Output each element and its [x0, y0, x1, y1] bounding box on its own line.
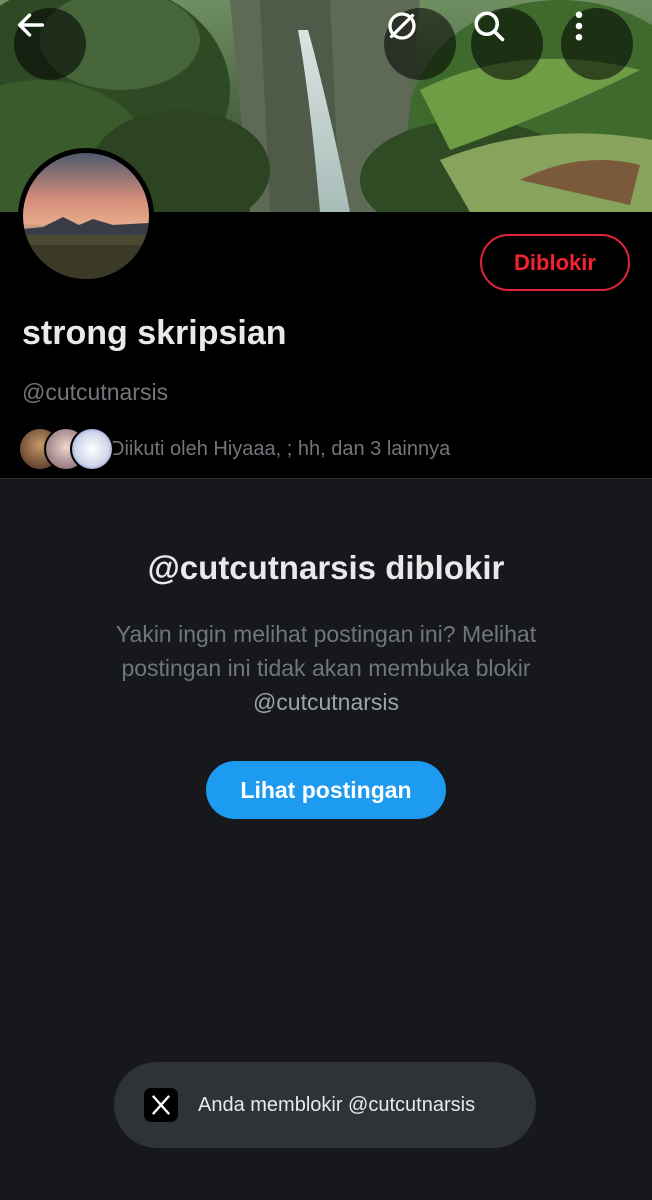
- search-icon: [474, 11, 505, 42]
- description-line: postingan ini tidak akan membuka blokir: [121, 655, 531, 681]
- grok-button[interactable]: [384, 8, 456, 80]
- blocked-button[interactable]: Diblokir: [480, 234, 630, 291]
- followed-by[interactable]: Diikuti oleh Hiyaaa, ; hh, dan 3 lainnya: [18, 427, 450, 471]
- blocked-description: Yakin ingin melihat postingan ini? Melih…: [76, 617, 576, 719]
- search-button[interactable]: [471, 8, 543, 80]
- avatar[interactable]: [18, 148, 154, 284]
- arrow-left-icon: [17, 13, 45, 37]
- follower-avatar: [70, 427, 114, 471]
- toast-notification: Anda memblokir @cutcutnarsis: [114, 1062, 536, 1148]
- x-logo-icon: [144, 1088, 178, 1122]
- grok-icon: [388, 12, 416, 40]
- profile-handle: @cutcutnarsis: [22, 379, 169, 405]
- blocked-title: @cutcutnarsis diblokir: [147, 549, 505, 586]
- more-vertical-icon: [575, 11, 583, 41]
- view-posts-button[interactable]: Lihat postingan: [206, 761, 446, 819]
- back-button[interactable]: [14, 8, 86, 80]
- follower-avatars: [18, 427, 114, 471]
- display-name: strong skripsian: [22, 314, 287, 352]
- followed-by-text: Diikuti oleh Hiyaaa, ; hh, dan 3 lainnya: [110, 437, 451, 460]
- avatar-image: [23, 153, 149, 279]
- toast-message: Anda memblokir @cutcutnarsis: [198, 1093, 476, 1116]
- description-line: Yakin ingin melihat postingan ini? Melih…: [115, 621, 537, 647]
- more-options-button[interactable]: [561, 8, 633, 80]
- description-handle: @cutcutnarsis: [252, 689, 400, 715]
